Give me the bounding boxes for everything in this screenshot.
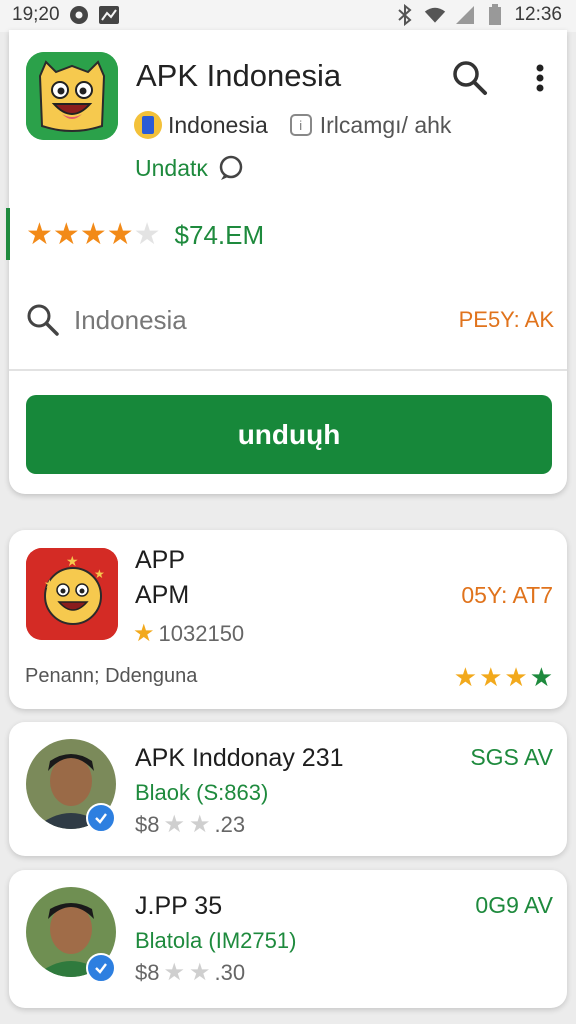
- list-item[interactable]: J.PP 35 0G9 AV Blatola (IM2751) $8 ★ ★ .…: [9, 870, 567, 1008]
- star-icon: ★: [52, 218, 80, 251]
- search-icon: [26, 303, 60, 337]
- svg-text:★: ★: [44, 577, 55, 591]
- star-icon: ★: [79, 218, 107, 251]
- list-item-footer: Penann; Ddenguna: [25, 665, 198, 687]
- rating-row: ★ ★ ★ ★ ★ $74.EM: [26, 218, 264, 252]
- list-item-price: $8: [135, 811, 160, 837]
- star-icon: ★: [479, 662, 503, 692]
- search-field[interactable]: Indonesia PE5Y: AK: [26, 300, 554, 340]
- list-item-meta: $8 ★ ★ .23: [135, 810, 245, 839]
- list-item[interactable]: ★ ★ ★ APP APM 05Y: AT7 ★ 1032150 Penann;…: [9, 530, 567, 709]
- list-item-title: APK Inddonay 231: [135, 744, 344, 772]
- trend-icon: [98, 4, 120, 26]
- list-item-rating: ★ 1032150: [133, 619, 244, 648]
- app-meta-row: Indonesia i Irlcamgı/ ahk: [134, 108, 451, 142]
- developer-link[interactable]: Irlcamgı/ ahk: [320, 112, 452, 139]
- wifi-icon: [424, 4, 446, 26]
- list-item-meta-tail: .30: [214, 959, 246, 985]
- record-icon: [68, 4, 90, 26]
- search-button[interactable]: [452, 60, 488, 96]
- app-title: APK Indonesia: [136, 58, 342, 93]
- app-icon: ★ ★ ★: [26, 548, 118, 640]
- info-icon[interactable]: i: [289, 114, 312, 136]
- star-icon: ★: [133, 218, 161, 251]
- app-price: $74.EM: [174, 219, 265, 250]
- star-icon: ★: [163, 959, 185, 986]
- list-item-meta-tail: .23: [214, 811, 246, 837]
- chat-icon: [218, 155, 244, 181]
- list-item-subtitle: Blaok (S:863): [135, 780, 269, 805]
- list-item-title-2: APM: [135, 581, 190, 609]
- verified-icon: [86, 953, 116, 983]
- time-right: 12:36: [514, 4, 562, 25]
- battery-icon: [484, 4, 506, 26]
- list-item-stars: ★ ★ ★ ★: [454, 662, 553, 693]
- svg-text:★: ★: [66, 554, 79, 570]
- bluetooth-icon: [394, 4, 416, 26]
- search-input[interactable]: Indonesia: [74, 305, 459, 336]
- star-icon: ★: [529, 662, 553, 692]
- verified-icon: [86, 803, 116, 833]
- more-vert-icon: [536, 64, 544, 92]
- star-icon: ★: [26, 218, 53, 251]
- update-row[interactable]: Undatĸ: [135, 152, 244, 184]
- list-item-size: SGS AV: [470, 744, 553, 770]
- star-icon: ★: [163, 811, 185, 838]
- divider: [9, 369, 567, 371]
- accent-bar: [6, 208, 10, 260]
- star-icon: ★: [189, 811, 211, 838]
- update-label: Undatĸ: [135, 154, 208, 181]
- star-icon: ★: [453, 662, 478, 692]
- search-size-label: PE5Y: AK: [458, 307, 554, 332]
- list-item-title: J.PP 35: [135, 892, 223, 920]
- star-icon: ★: [106, 218, 134, 251]
- rating-count: 1032150: [158, 620, 245, 646]
- list-item-size: 0G9 AV: [475, 892, 553, 918]
- app-icon: [26, 52, 118, 140]
- list-item[interactable]: APK Inddonay 231 SGS AV Blaok (S:863) $8…: [9, 722, 567, 856]
- star-icon: ★: [189, 959, 211, 986]
- search-icon: [453, 61, 487, 95]
- list-item-price: $8: [135, 959, 160, 985]
- list-item-subtitle: Blatola (IM2751): [135, 928, 297, 953]
- status-bar: 19;20 12:36: [0, 0, 576, 32]
- country-flag-icon: [134, 111, 162, 139]
- svg-text:★: ★: [94, 567, 105, 581]
- signal-icon: [454, 4, 476, 26]
- more-options-button[interactable]: [526, 60, 554, 96]
- country-label: Indonesia: [168, 111, 268, 138]
- star-icon: ★: [504, 662, 528, 692]
- list-item-meta: $8 ★ ★ .30: [135, 958, 245, 987]
- star-icon: ★: [133, 620, 155, 647]
- list-item-title: APP: [135, 546, 186, 574]
- time-left: 19;20: [12, 4, 60, 25]
- list-item-size: 05Y: AT7: [461, 582, 553, 608]
- download-button[interactable]: unduųh: [26, 395, 552, 474]
